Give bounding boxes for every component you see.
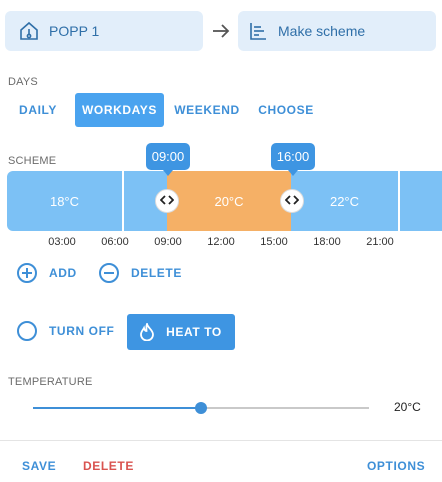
- make-scheme-chip[interactable]: Make scheme: [238, 11, 436, 51]
- segment-temp-label: 22°C: [329, 193, 360, 209]
- add-button[interactable]: ADD: [17, 263, 77, 283]
- schedule-icon: [248, 21, 268, 41]
- schedule-editor: POPP 1 Make scheme DAYS DAILY WORKDAYS W…: [0, 0, 442, 482]
- options-button[interactable]: OPTIONS: [367, 459, 425, 473]
- turn-off-option[interactable]: TURN OFF: [17, 321, 114, 341]
- time-tick: 06:00: [101, 236, 129, 248]
- arrow-right-icon: [210, 20, 232, 42]
- drag-handle[interactable]: [155, 189, 179, 213]
- minus-icon: [99, 263, 119, 283]
- temperature-label: TEMPERATURE: [8, 376, 93, 388]
- device-chip[interactable]: POPP 1: [5, 11, 203, 51]
- segment-temp-label: 18°C: [49, 193, 80, 209]
- scheme-bar[interactable]: 18°C 20°C 22°C: [7, 171, 442, 231]
- handle-time-tooltip: 09:00: [146, 143, 190, 176]
- handle-time-tooltip: 16:00: [271, 143, 315, 176]
- segment-temp-label: 20°C: [214, 193, 244, 209]
- delete-period-button[interactable]: DELETE: [99, 263, 182, 283]
- save-button[interactable]: SAVE: [22, 459, 56, 473]
- heat-to-button[interactable]: HEAT TO: [127, 314, 235, 350]
- heat-to-label: HEAT TO: [166, 325, 222, 339]
- tab-choose[interactable]: CHOOSE: [251, 93, 321, 127]
- segment-cold[interactable]: 22°C: [291, 171, 398, 231]
- time-tick: 03:00: [48, 236, 76, 248]
- temperature-slider[interactable]: [33, 402, 369, 414]
- time-tick: 09:00: [154, 236, 182, 248]
- resize-arrows-icon: [284, 192, 300, 210]
- thermostat-icon: [19, 21, 39, 41]
- add-label: ADD: [49, 266, 77, 280]
- time-tick: 18:00: [313, 236, 341, 248]
- segment-cold[interactable]: 18°C: [7, 171, 122, 231]
- turn-off-label: TURN OFF: [49, 324, 115, 338]
- plus-icon: [17, 263, 37, 283]
- radio-unchecked-icon: [17, 321, 37, 341]
- tab-weekend[interactable]: WEEKEND: [170, 93, 244, 127]
- tab-workdays[interactable]: WORKDAYS: [75, 93, 164, 127]
- drag-handle[interactable]: [280, 189, 304, 213]
- footer-divider: [0, 440, 442, 441]
- segment-cold-next[interactable]: [400, 171, 442, 231]
- tab-daily[interactable]: DAILY: [8, 93, 68, 127]
- segment-warm[interactable]: 20°C: [167, 171, 291, 231]
- slider-thumb[interactable]: [195, 402, 207, 414]
- resize-arrows-icon: [159, 192, 175, 210]
- device-label: POPP 1: [49, 23, 100, 39]
- time-tick: 15:00: [260, 236, 288, 248]
- time-tick: 21:00: [366, 236, 394, 248]
- days-label: DAYS: [8, 76, 38, 88]
- temperature-value: 20°C: [394, 400, 421, 414]
- make-scheme-label: Make scheme: [278, 23, 366, 39]
- slider-fill: [33, 407, 201, 409]
- flame-icon: [140, 323, 155, 341]
- delete-period-label: DELETE: [131, 266, 182, 280]
- delete-button[interactable]: DELETE: [83, 459, 134, 473]
- scheme-label: SCHEME: [8, 155, 57, 167]
- time-tick: 12:00: [207, 236, 235, 248]
